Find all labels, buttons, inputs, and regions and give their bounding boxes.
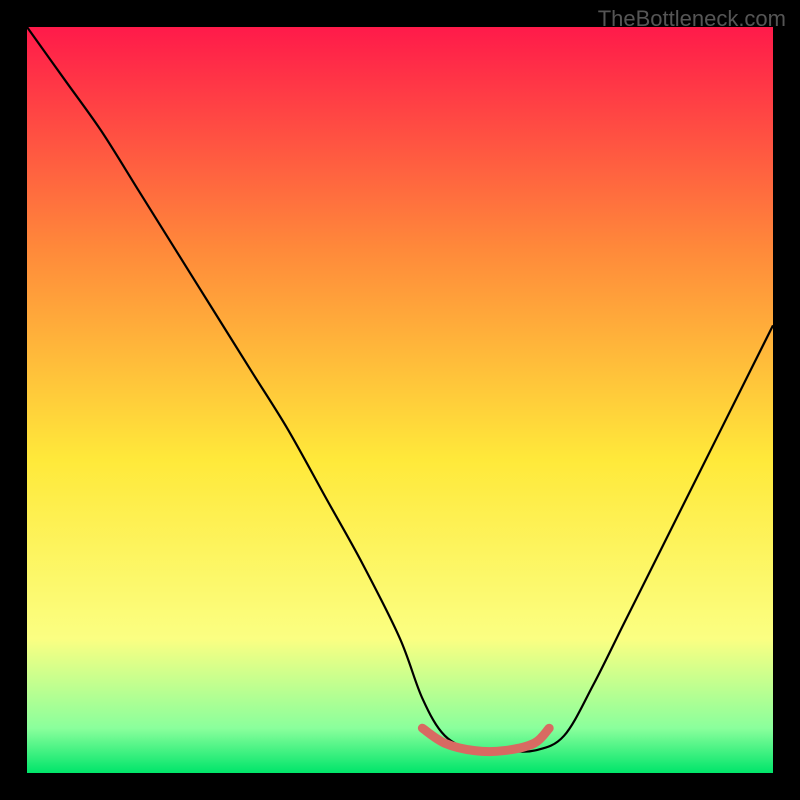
gradient-background [27, 27, 773, 773]
chart-svg [27, 27, 773, 773]
watermark-text: TheBottleneck.com [598, 6, 786, 32]
chart-area [27, 27, 773, 773]
